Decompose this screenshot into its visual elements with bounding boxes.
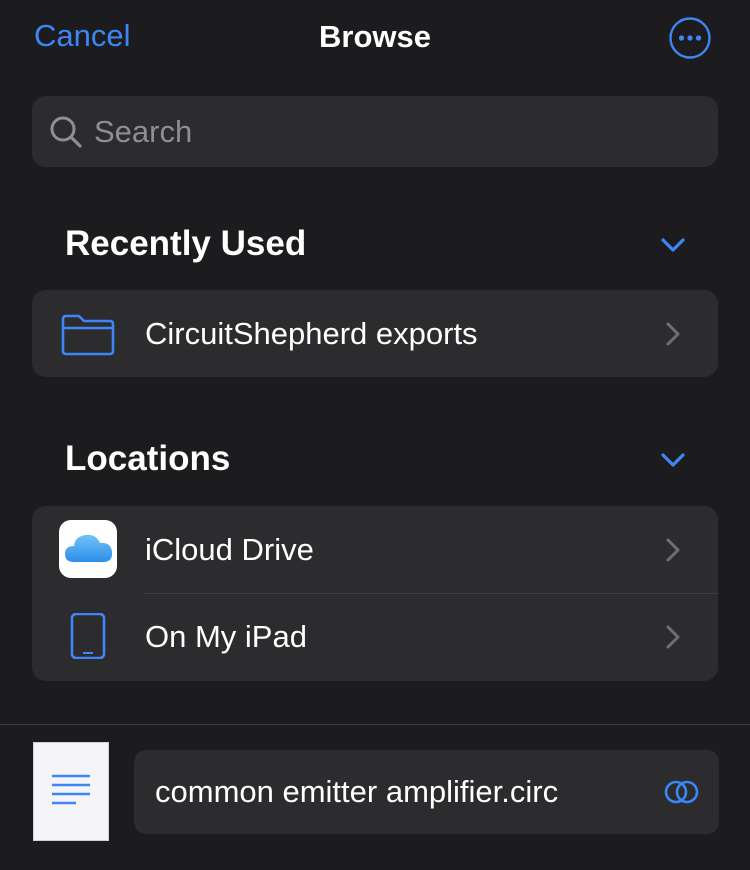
file-browser-screen: Cancel Browse Recently Used Circuit: [0, 0, 750, 870]
locations-list: iCloud Drive On My iPad: [32, 506, 718, 681]
search-icon: [50, 116, 82, 148]
list-item-label: On My iPad: [145, 619, 307, 654]
search-bar: [32, 96, 718, 167]
icloud-icon: [59, 520, 117, 578]
ellipsis-circle-icon[interactable]: [669, 17, 711, 59]
filename-field: [134, 750, 719, 834]
save-bar: [0, 724, 750, 870]
chevron-down-icon[interactable]: [658, 445, 688, 475]
list-item-label: CircuitShepherd exports: [145, 316, 478, 351]
search-input[interactable]: [94, 96, 694, 167]
locations-header: Locations: [0, 434, 750, 484]
document-icon: [33, 742, 109, 841]
navigation-bar: Cancel Browse: [0, 0, 750, 80]
recently-used-list: CircuitShepherd exports: [32, 290, 718, 377]
ipad-icon: [70, 613, 106, 659]
chevron-right-icon: [666, 538, 680, 562]
chevron-right-icon: [666, 322, 680, 346]
page-title: Browse: [319, 19, 431, 54]
recently-used-header: Recently Used: [0, 219, 750, 269]
list-item-on-my-ipad[interactable]: On My iPad: [32, 593, 718, 680]
chevron-down-icon[interactable]: [658, 230, 688, 260]
list-item-icloud-drive[interactable]: iCloud Drive: [32, 506, 718, 593]
recently-used-title: Recently Used: [65, 224, 307, 263]
locations-title: Locations: [65, 439, 231, 478]
circles-toggle-icon[interactable]: [664, 778, 700, 806]
folder-icon: [61, 314, 115, 356]
scroll-overflow-hint: [140, 716, 250, 724]
list-item-label: iCloud Drive: [145, 532, 314, 567]
filename-input[interactable]: [155, 750, 655, 834]
chevron-right-icon: [666, 625, 680, 649]
list-item-circuitshepherd-exports[interactable]: CircuitShepherd exports: [32, 290, 718, 377]
